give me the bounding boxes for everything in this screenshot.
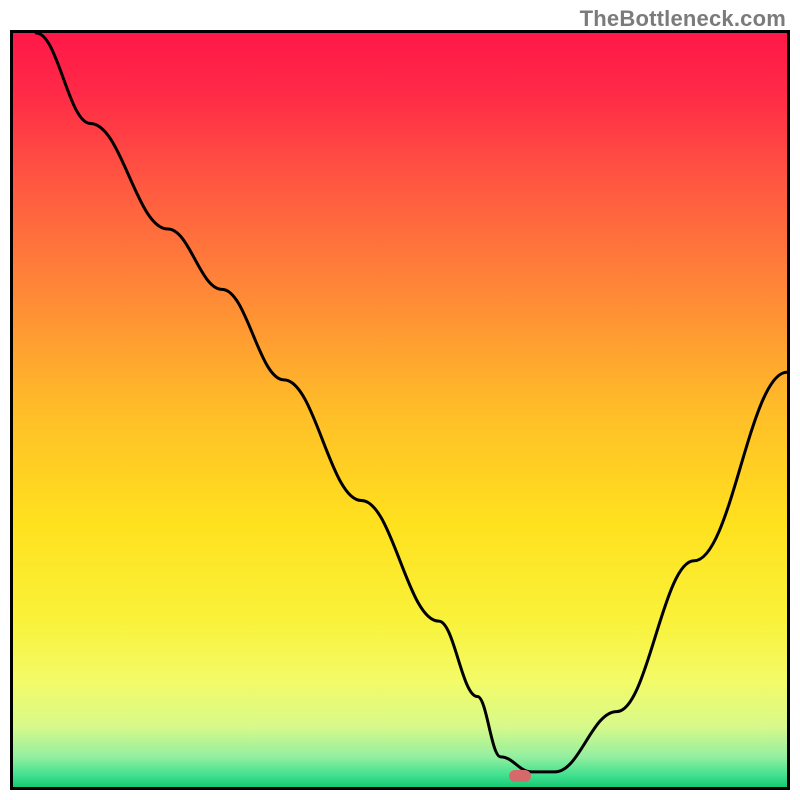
watermark-text: TheBottleneck.com	[580, 6, 786, 32]
gradient-fill	[13, 33, 787, 787]
chart-container: TheBottleneck.com	[0, 0, 800, 800]
plot-frame	[10, 30, 790, 790]
plot-svg	[13, 33, 787, 787]
optimal-marker	[509, 770, 531, 782]
